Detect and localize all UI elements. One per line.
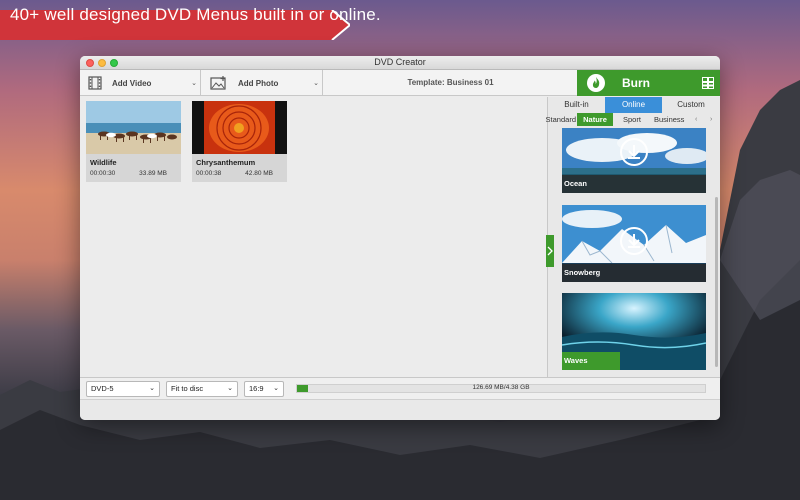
clip-name: Chrysanthemum <box>196 158 256 167</box>
clip-thumbnail <box>86 101 181 154</box>
chevron-down-icon: ⌄ <box>149 385 155 392</box>
add-video-label: Add Video <box>112 78 152 88</box>
fit-mode-select[interactable]: Fit to disc ⌄ <box>166 381 238 397</box>
disc-type-select[interactable]: DVD-5 ⌄ <box>86 381 160 397</box>
menu-template-snowberg[interactable]: Snowberg <box>562 205 706 282</box>
tab-online[interactable]: Online <box>605 97 662 113</box>
tab-built-in[interactable]: Built-in <box>548 97 605 113</box>
tab-custom[interactable]: Custom <box>662 97 720 113</box>
aspect-ratio-select[interactable]: 16:9 ⌄ <box>244 381 284 397</box>
clip-thumbnail <box>192 101 287 154</box>
menu-template-name: Snowberg <box>562 264 706 282</box>
subtab-sport[interactable]: Sport <box>623 113 653 126</box>
clip-item[interactable]: Wildlife 00:00:30 33.89 MB <box>86 101 181 182</box>
menu-template-waves[interactable]: Waves <box>562 293 706 370</box>
menu-template-name: Ocean <box>562 175 706 193</box>
disc-burn-icon <box>587 74 605 92</box>
download-icon[interactable] <box>620 227 648 255</box>
disc-capacity-bar: 126.69 MB/4.38 GB <box>296 384 706 393</box>
window-title: DVD Creator <box>374 57 426 67</box>
scrollbar[interactable] <box>715 197 718 367</box>
burn-label: Burn <box>622 76 650 90</box>
chevron-down-icon: ⌄ <box>273 385 279 392</box>
status-bar <box>80 399 720 420</box>
clip-size: 42.80 MB <box>245 170 273 177</box>
panel-toggle-handle[interactable] <box>546 235 554 267</box>
toolbar: Add Video ⌄ Add Photo ⌄ Template: Busine… <box>80 70 720 96</box>
chevron-right-icon[interactable]: › <box>710 113 712 126</box>
add-photo-menu-chevron-icon[interactable]: ⌄ <box>310 70 322 96</box>
layout-grid-icon[interactable] <box>702 77 714 89</box>
film-icon <box>88 76 102 90</box>
add-video-button[interactable]: Add Video <box>88 70 188 96</box>
menu-template-panel: Built-in Online Custom Standard Nature S… <box>546 97 720 377</box>
subtab-standard[interactable]: Standard <box>538 113 576 126</box>
photo-icon <box>210 76 226 90</box>
app-window: DVD Creator Add Video ⌄ Add Photo ⌄ Temp… <box>80 56 720 420</box>
subtab-business[interactable]: Business <box>654 113 694 126</box>
template-label[interactable]: Template: Business 01 <box>323 70 578 96</box>
bottom-bar: DVD-5 ⌄ Fit to disc ⌄ 16:9 ⌄ 126.69 MB/4.38… <box>80 377 720 399</box>
aspect-ratio-value: 16:9 <box>249 384 264 393</box>
fit-mode-value: Fit to disc <box>171 384 204 393</box>
add-video-menu-chevron-icon[interactable]: ⌄ <box>188 70 200 96</box>
clip-size: 33.89 MB <box>139 170 167 177</box>
subtab-nature[interactable]: Nature <box>577 113 613 126</box>
add-photo-button[interactable]: Add Photo <box>210 70 310 96</box>
disc-type-value: DVD-5 <box>91 384 114 393</box>
chevron-left-icon[interactable]: ‹ <box>695 113 697 126</box>
menu-template-ocean[interactable]: Ocean <box>562 128 706 193</box>
burn-button[interactable]: Burn <box>577 70 720 96</box>
clip-area: Wildlife 00:00:30 33.89 MB Chrysanthemum… <box>80 97 547 377</box>
titlebar: DVD Creator <box>80 56 720 70</box>
add-photo-label: Add Photo <box>238 78 279 88</box>
clip-duration: 00:00:30 <box>90 170 116 177</box>
clip-name: Wildlife <box>90 158 117 167</box>
clip-item[interactable]: Chrysanthemum 00:00:38 42.80 MB <box>192 101 287 182</box>
promo-banner-text: 40+ well designed DVD Menus built in or … <box>10 5 381 24</box>
disc-capacity-text: 126.69 MB/4.38 GB <box>472 384 530 391</box>
menu-template-name: Waves <box>564 356 588 365</box>
download-icon[interactable] <box>620 138 648 166</box>
chevron-down-icon: ⌄ <box>227 385 233 392</box>
clip-duration: 00:00:38 <box>196 170 222 177</box>
